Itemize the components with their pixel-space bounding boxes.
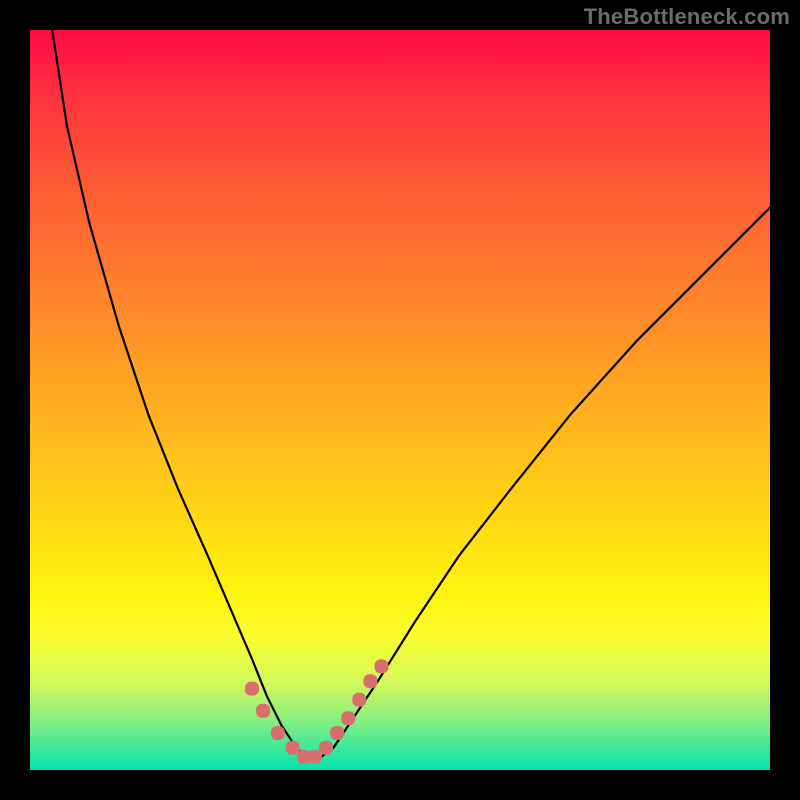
- watermark-text: TheBottleneck.com: [584, 4, 790, 30]
- curve-group: [52, 30, 770, 759]
- chart-stage: TheBottleneck.com: [0, 0, 800, 800]
- highlight-marker: [245, 682, 259, 696]
- highlight-marker: [363, 674, 377, 688]
- highlight-marker: [286, 741, 300, 755]
- highlight-marker: [330, 726, 344, 740]
- chart-svg: [30, 30, 770, 770]
- highlight-marker: [271, 726, 285, 740]
- highlight-marker: [352, 693, 366, 707]
- highlight-marker: [319, 741, 333, 755]
- highlight-markers: [245, 659, 389, 763]
- highlight-marker: [308, 750, 322, 764]
- highlight-marker: [375, 659, 389, 673]
- plot-area: [30, 30, 770, 770]
- bottleneck-curve: [52, 30, 770, 759]
- highlight-marker: [341, 711, 355, 725]
- highlight-marker: [256, 704, 270, 718]
